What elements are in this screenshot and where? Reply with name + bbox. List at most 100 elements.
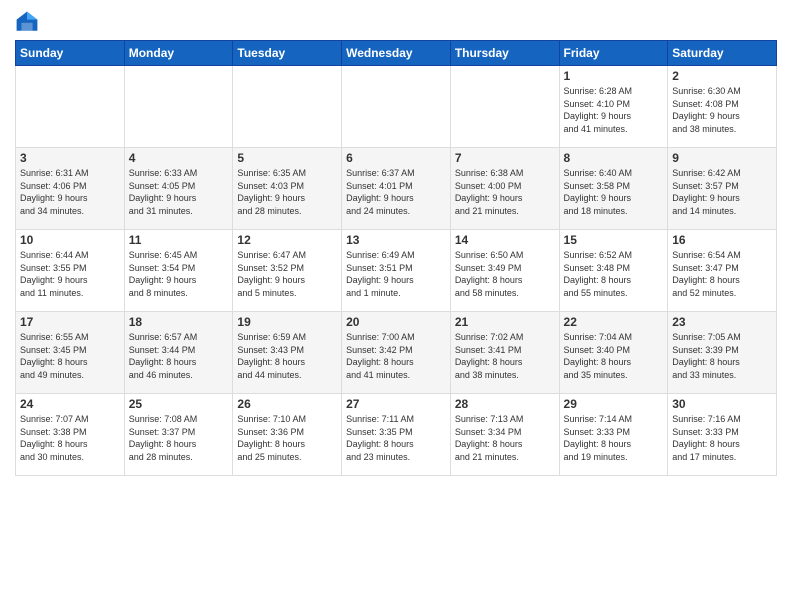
day-info: Sunrise: 7:02 AM Sunset: 3:41 PM Dayligh…	[455, 331, 555, 381]
weekday-header-monday: Monday	[124, 41, 233, 66]
day-info: Sunrise: 6:47 AM Sunset: 3:52 PM Dayligh…	[237, 249, 337, 299]
day-info: Sunrise: 6:42 AM Sunset: 3:57 PM Dayligh…	[672, 167, 772, 217]
weekday-header-saturday: Saturday	[668, 41, 777, 66]
week-row-2: 3 Sunrise: 6:31 AM Sunset: 4:06 PM Daylig…	[16, 148, 777, 230]
calendar: SundayMondayTuesdayWednesdayThursdayFrid…	[15, 40, 777, 476]
day-number: 15	[564, 233, 664, 247]
calendar-cell: 18 Sunrise: 6:57 AM Sunset: 3:44 PM Dayli…	[124, 312, 233, 394]
calendar-cell	[16, 66, 125, 148]
calendar-cell: 14 Sunrise: 6:50 AM Sunset: 3:49 PM Dayli…	[450, 230, 559, 312]
calendar-cell: 7 Sunrise: 6:38 AM Sunset: 4:00 PM Daylig…	[450, 148, 559, 230]
day-info: Sunrise: 6:49 AM Sunset: 3:51 PM Dayligh…	[346, 249, 446, 299]
week-row-4: 17Sunrise: 6:55 AM Sunset: 3:45 PM Dayli…	[16, 312, 777, 394]
day-number: 18	[129, 315, 229, 329]
calendar-cell: 1 Sunrise: 6:28 AM Sunset: 4:10 PM Daylig…	[559, 66, 668, 148]
day-number: 22	[564, 315, 664, 329]
calendar-cell: 28Sunrise: 7:13 AM Sunset: 3:34 PM Dayli…	[450, 394, 559, 476]
day-number: 21	[455, 315, 555, 329]
calendar-cell: 13 Sunrise: 6:49 AM Sunset: 3:51 PM Dayli…	[342, 230, 451, 312]
day-number: 29	[564, 397, 664, 411]
calendar-cell	[233, 66, 342, 148]
day-info: Sunrise: 6:38 AM Sunset: 4:00 PM Dayligh…	[455, 167, 555, 217]
day-number: 2	[672, 69, 772, 83]
day-number: 7	[455, 151, 555, 165]
calendar-cell: 22Sunrise: 7:04 AM Sunset: 3:40 PM Dayli…	[559, 312, 668, 394]
week-row-3: 10 Sunrise: 6:44 AM Sunset: 3:55 PM Dayli…	[16, 230, 777, 312]
day-number: 20	[346, 315, 446, 329]
calendar-cell: 27 Sunrise: 7:11 AM Sunset: 3:35 PM Dayli…	[342, 394, 451, 476]
day-number: 23	[672, 315, 772, 329]
weekday-header-thursday: Thursday	[450, 41, 559, 66]
day-number: 8	[564, 151, 664, 165]
day-info: Sunrise: 7:00 AM Sunset: 3:42 PM Dayligh…	[346, 331, 446, 381]
weekday-header-sunday: Sunday	[16, 41, 125, 66]
day-number: 11	[129, 233, 229, 247]
weekday-header-tuesday: Tuesday	[233, 41, 342, 66]
day-info: Sunrise: 6:30 AM Sunset: 4:08 PM Dayligh…	[672, 85, 772, 135]
calendar-cell: 29Sunrise: 7:14 AM Sunset: 3:33 PM Dayli…	[559, 394, 668, 476]
day-info: Sunrise: 6:31 AM Sunset: 4:06 PM Dayligh…	[20, 167, 120, 217]
day-info: Sunrise: 6:44 AM Sunset: 3:55 PM Dayligh…	[20, 249, 120, 299]
day-number: 24	[20, 397, 120, 411]
week-row-1: 1 Sunrise: 6:28 AM Sunset: 4:10 PM Daylig…	[16, 66, 777, 148]
day-info: Sunrise: 6:37 AM Sunset: 4:01 PM Dayligh…	[346, 167, 446, 217]
day-info: Sunrise: 6:45 AM Sunset: 3:54 PM Dayligh…	[129, 249, 229, 299]
day-number: 27	[346, 397, 446, 411]
calendar-cell: 30 Sunrise: 7:16 AM Sunset: 3:33 PM Dayli…	[668, 394, 777, 476]
day-number: 4	[129, 151, 229, 165]
day-info: Sunrise: 6:57 AM Sunset: 3:44 PM Dayligh…	[129, 331, 229, 381]
calendar-cell: 16 Sunrise: 6:54 AM Sunset: 3:47 PM Dayli…	[668, 230, 777, 312]
calendar-cell: 24 Sunrise: 7:07 AM Sunset: 3:38 PM Dayli…	[16, 394, 125, 476]
day-info: Sunrise: 7:11 AM Sunset: 3:35 PM Dayligh…	[346, 413, 446, 463]
day-info: Sunrise: 6:28 AM Sunset: 4:10 PM Dayligh…	[564, 85, 664, 135]
day-number: 30	[672, 397, 772, 411]
day-info: Sunrise: 7:05 AM Sunset: 3:39 PM Dayligh…	[672, 331, 772, 381]
calendar-cell	[450, 66, 559, 148]
calendar-cell: 10 Sunrise: 6:44 AM Sunset: 3:55 PM Dayli…	[16, 230, 125, 312]
calendar-cell: 20 Sunrise: 7:00 AM Sunset: 3:42 PM Dayli…	[342, 312, 451, 394]
weekday-header-row: SundayMondayTuesdayWednesdayThursdayFrid…	[16, 41, 777, 66]
day-number: 17	[20, 315, 120, 329]
day-info: Sunrise: 6:59 AM Sunset: 3:43 PM Dayligh…	[237, 331, 337, 381]
calendar-cell: 6 Sunrise: 6:37 AM Sunset: 4:01 PM Daylig…	[342, 148, 451, 230]
day-info: Sunrise: 6:54 AM Sunset: 3:47 PM Dayligh…	[672, 249, 772, 299]
day-info: Sunrise: 7:08 AM Sunset: 3:37 PM Dayligh…	[129, 413, 229, 463]
day-number: 6	[346, 151, 446, 165]
logo	[15, 10, 43, 34]
calendar-cell: 4Sunrise: 6:33 AM Sunset: 4:05 PM Daylig…	[124, 148, 233, 230]
calendar-cell: 17Sunrise: 6:55 AM Sunset: 3:45 PM Dayli…	[16, 312, 125, 394]
day-info: Sunrise: 6:52 AM Sunset: 3:48 PM Dayligh…	[564, 249, 664, 299]
calendar-cell: 19Sunrise: 6:59 AM Sunset: 3:43 PM Dayli…	[233, 312, 342, 394]
day-info: Sunrise: 6:40 AM Sunset: 3:58 PM Dayligh…	[564, 167, 664, 217]
calendar-cell: 5 Sunrise: 6:35 AM Sunset: 4:03 PM Daylig…	[233, 148, 342, 230]
day-number: 1	[564, 69, 664, 83]
day-number: 12	[237, 233, 337, 247]
page: SundayMondayTuesdayWednesdayThursdayFrid…	[0, 0, 792, 486]
day-number: 5	[237, 151, 337, 165]
day-number: 14	[455, 233, 555, 247]
week-row-5: 24 Sunrise: 7:07 AM Sunset: 3:38 PM Dayli…	[16, 394, 777, 476]
calendar-cell: 11 Sunrise: 6:45 AM Sunset: 3:54 PM Dayli…	[124, 230, 233, 312]
day-info: Sunrise: 6:35 AM Sunset: 4:03 PM Dayligh…	[237, 167, 337, 217]
day-number: 10	[20, 233, 120, 247]
weekday-header-wednesday: Wednesday	[342, 41, 451, 66]
day-number: 25	[129, 397, 229, 411]
calendar-cell: 2 Sunrise: 6:30 AM Sunset: 4:08 PM Daylig…	[668, 66, 777, 148]
calendar-cell: 8 Sunrise: 6:40 AM Sunset: 3:58 PM Daylig…	[559, 148, 668, 230]
calendar-cell: 21 Sunrise: 7:02 AM Sunset: 3:41 PM Dayli…	[450, 312, 559, 394]
day-number: 13	[346, 233, 446, 247]
day-info: Sunrise: 7:07 AM Sunset: 3:38 PM Dayligh…	[20, 413, 120, 463]
logo-icon	[15, 10, 39, 34]
calendar-cell: 23 Sunrise: 7:05 AM Sunset: 3:39 PM Dayli…	[668, 312, 777, 394]
day-number: 3	[20, 151, 120, 165]
calendar-cell: 26Sunrise: 7:10 AM Sunset: 3:36 PM Dayli…	[233, 394, 342, 476]
day-number: 16	[672, 233, 772, 247]
calendar-cell	[342, 66, 451, 148]
day-info: Sunrise: 7:16 AM Sunset: 3:33 PM Dayligh…	[672, 413, 772, 463]
day-info: Sunrise: 7:10 AM Sunset: 3:36 PM Dayligh…	[237, 413, 337, 463]
calendar-cell: 15 Sunrise: 6:52 AM Sunset: 3:48 PM Dayli…	[559, 230, 668, 312]
day-info: Sunrise: 7:13 AM Sunset: 3:34 PM Dayligh…	[455, 413, 555, 463]
header-section	[15, 10, 777, 34]
day-info: Sunrise: 6:50 AM Sunset: 3:49 PM Dayligh…	[455, 249, 555, 299]
weekday-header-friday: Friday	[559, 41, 668, 66]
